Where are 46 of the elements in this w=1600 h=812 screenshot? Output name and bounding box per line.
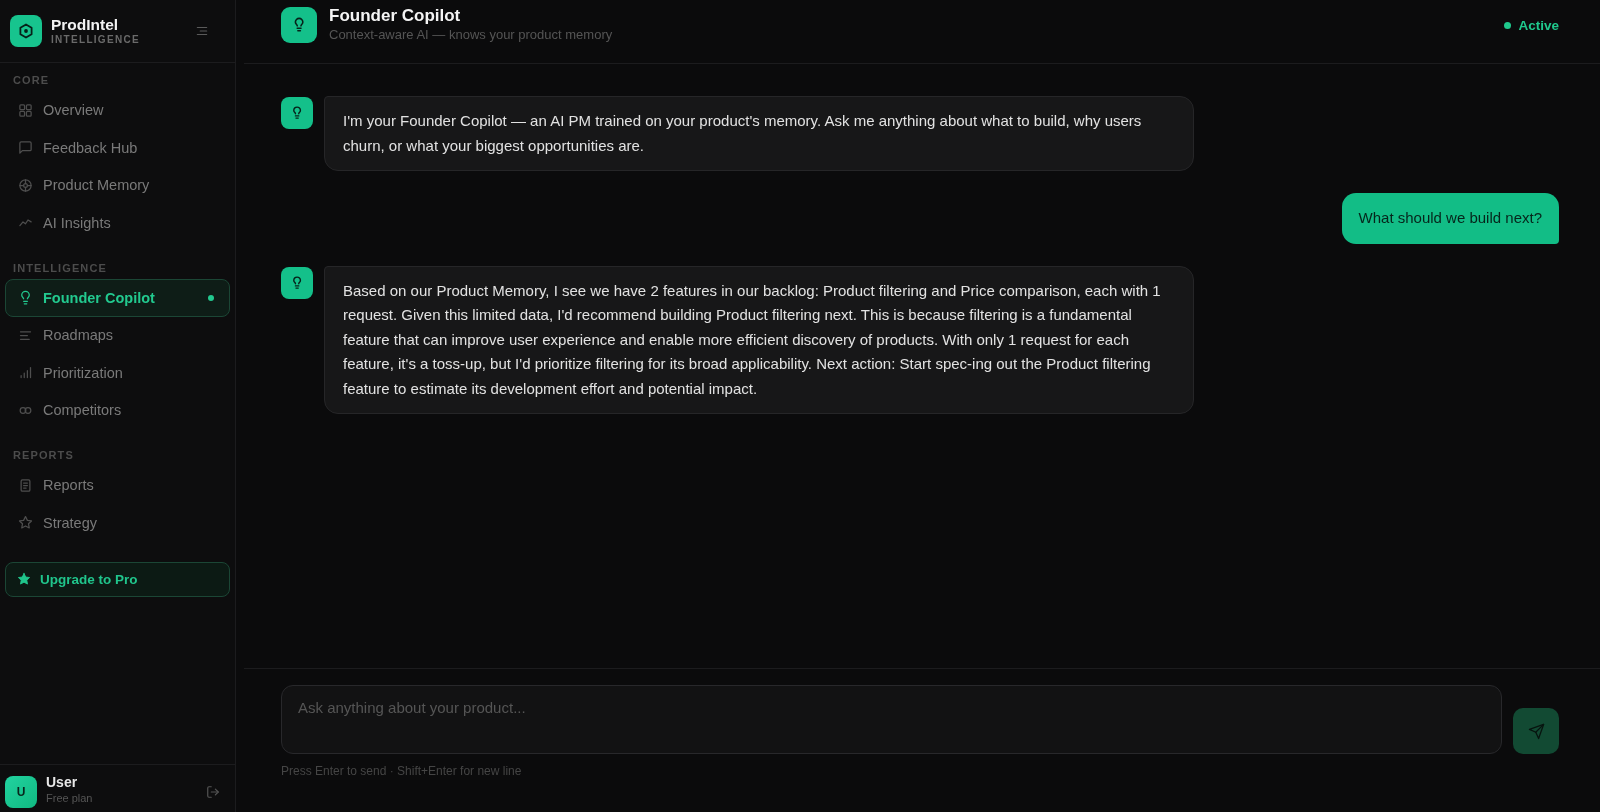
nav-item[interactable]: Overview [5,91,230,129]
user-message: What should we build next? [1341,193,1559,244]
logout-button[interactable] [206,785,220,799]
hexagon-logo-icon [10,15,42,47]
star-icon [17,572,31,586]
nav-item[interactable]: Feedback Hub [5,129,230,167]
page-subtitle: Context-aware AI — knows your product memory [329,26,613,43]
nav-item[interactable]: Strategy [5,504,230,542]
page-title: Founder Copilot [329,6,461,26]
section-label: CORE [12,73,51,87]
lightbulb-icon [281,7,317,43]
nav-item[interactable]: Competitors [5,391,230,429]
bar-chart-icon [18,365,33,381]
menu-icon [195,24,209,38]
menu-button[interactable] [195,24,209,38]
nav-item[interactable]: AI Insights [5,204,230,242]
user-avatar: U [5,776,37,808]
message-input[interactable]: Ask anything about your product... [281,685,1502,754]
user-plan: Free plan [46,791,93,805]
section-label: INTELLIGENCE [12,260,108,275]
assistant-message: Based on our Product Memory, I see we have 2 features in our backlog: Product filtering and Price comparison, each with 1 request. Given this limited data, I'd recommend building Product filtering next. This is because filtering is a fundamental feature that can improve user experience and enable more efficient discovery of products. With only 1 request for each feature, it's a toss-up, but I'd prioritize filtering for its broad applicability. Next action: Start spec-ing out the Product filtering feature to estimate its development effort and potential impact. [324,265,1194,414]
nav-item[interactable]: Founder Copilot [5,279,230,317]
send-icon [1527,722,1545,740]
document-icon [18,477,33,493]
logout-icon [206,785,220,799]
nav-item[interactable]: Product Memory [5,166,230,204]
assistant-message: I'm your Founder Copilot — an AI PM trained on your product's memory. Ask me anything about what to build, why users churn, or what your biggest opportunities are. [324,96,1194,171]
composer-hint: Press Enter to send · Shift+Enter for new line [281,764,522,778]
section-label: REPORTS [12,448,75,462]
nav-item[interactable]: Roadmaps [5,316,230,354]
status-label: Active [1518,17,1559,33]
lightbulb-icon [281,266,313,299]
crosshair-icon [18,177,33,193]
nav-item[interactable]: Prioritization [5,354,230,392]
active-dot-icon [208,294,214,301]
lightbulb-icon [18,290,33,306]
user-name: User [46,774,78,791]
grid-icon [18,102,33,118]
brand-name: ProdIntel [51,16,119,34]
brand-tagline: INTELLIGENCE [51,34,140,46]
star-icon [18,515,33,531]
chat-bubble-icon [18,140,33,156]
status-dot-icon [1504,21,1512,29]
lightbulb-icon [281,97,313,129]
upgrade-button[interactable]: Upgrade to Pro [5,561,230,597]
nav-item[interactable]: Reports [5,466,230,504]
